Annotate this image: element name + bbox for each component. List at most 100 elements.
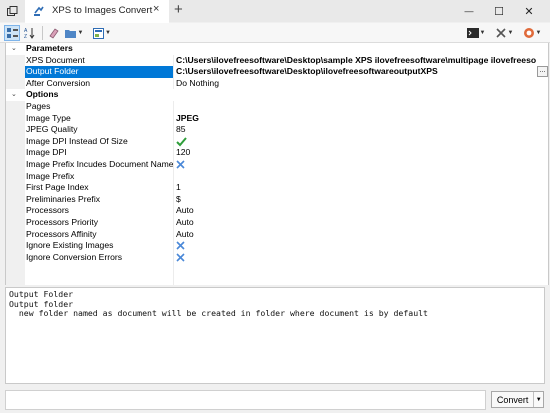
close-icon: ✕ [524,5,534,18]
document-icon [93,27,105,39]
property-row-ignore-conversion-errors[interactable]: Ignore Conversion Errors [6,251,548,264]
convert-label: Convert [496,394,529,405]
cross-icon [176,253,185,262]
new-tab-button[interactable]: + [174,1,183,19]
minimize-icon: — [464,6,474,16]
terminal-icon [466,28,479,38]
property-name: XPS Document [26,54,85,65]
category-label: Parameters [26,43,73,53]
property-name: After Conversion [26,77,91,88]
tools-button[interactable]: ▼ [492,25,516,41]
property-name: Image Prefix Incudes Document Name [26,159,173,169]
convert-button[interactable]: Convert ▼ [491,391,544,408]
eraser-icon [49,28,59,39]
property-row-after-conversion[interactable]: After Conversion Do Nothing [6,77,548,90]
property-row-pages[interactable]: Pages [6,101,548,113]
help-button[interactable]: ▼ [520,25,544,41]
property-row-jpeg-quality[interactable]: JPEG Quality 85 [6,124,548,136]
property-row-preliminaries-prefix[interactable]: Preliminaries Prefix $ [6,194,548,206]
description-title: Output Folder [9,289,74,299]
toolbar: A Z ▼ ▼ ▼ ▼ ▼ [0,23,550,43]
chevron-down-icon: ▼ [479,30,486,36]
status-field [5,390,486,410]
console-button[interactable]: ▼ [464,25,488,41]
property-value[interactable]: Auto [174,217,548,229]
property-name: Processors Affinity [26,228,97,239]
tab-close-icon[interactable]: × [153,3,159,15]
close-window-button[interactable]: ✕ [514,0,544,22]
property-name: Processors Priority [26,217,99,227]
title-bar: XPS to Images Convert × + — ☐ ✕ [0,0,550,23]
property-row-image-prefix-includes-document-name[interactable]: Image Prefix Incudes Document Name [6,159,548,171]
property-name: Output Folder [25,66,173,78]
chevron-down-icon: ▼ [105,30,111,36]
description-panel: Output Folder Output folder new folder na… [5,287,545,384]
collapse-icon[interactable]: ⌄ [11,90,17,100]
categorized-view-button[interactable] [4,25,20,41]
cross-icon [176,241,185,250]
property-row-processors-affinity[interactable]: Processors Affinity Auto [6,228,548,241]
property-value[interactable]: 85 [174,124,548,136]
property-row-xps-document[interactable]: XPS Document C:\Users\ilovefreesoftware\… [6,54,548,67]
cross-icon [176,160,185,169]
collapse-icon[interactable]: ⌄ [11,44,17,54]
property-value[interactable]: C:\Users\ilovefreesoftware\Desktop\sampl… [174,55,548,67]
windows-icon [6,5,17,16]
property-value[interactable]: C:\Users\ilovefreesoftware\Desktop\ilove… [174,66,548,78]
property-row-image-prefix[interactable]: Image Prefix [6,170,548,183]
window-menu-button[interactable] [0,0,24,22]
chevron-down-icon[interactable]: ▼ [533,392,543,407]
property-value[interactable]: Do Nothing [174,78,548,90]
clear-button[interactable] [46,25,62,41]
chevron-down-icon: ▼ [77,30,84,36]
chevron-down-icon: ▼ [507,30,514,36]
property-row-image-dpi[interactable]: Image DPI 120 [6,147,548,159]
sort-az-button[interactable]: A Z [22,25,38,41]
browse-button[interactable]: ... [537,66,548,78]
property-value[interactable]: 1 [174,182,548,194]
categorized-icon [6,27,18,38]
property-value[interactable]: Auto [174,205,548,217]
property-value[interactable] [174,252,548,264]
property-grid: ⌄ Parameters XPS Document C:\Users\ilove… [5,43,549,285]
property-name: Image DPI Instead Of Size [26,135,128,146]
property-row-processors[interactable]: Processors Auto [6,205,548,217]
property-row-image-type[interactable]: Image Type JPEG [6,112,548,125]
sort-az-icon: A Z [24,28,35,39]
property-row-image-dpi-instead-of-size[interactable]: Image DPI Instead Of Size [6,135,548,148]
property-value[interactable] [174,171,548,183]
property-value[interactable]: 120 [174,147,548,159]
property-value[interactable] [174,101,548,113]
property-value[interactable]: JPEG [174,113,548,125]
maximize-icon: ☐ [494,5,504,18]
save-preset-button[interactable]: ▼ [91,25,113,41]
property-name: Processors [26,205,69,216]
category-label: Options [26,89,59,100]
open-folder-button[interactable]: ▼ [63,25,85,41]
property-value[interactable]: Auto [174,229,548,241]
tab-xps-to-images[interactable]: XPS to Images Convert × [25,0,169,23]
property-row-processors-priority[interactable]: Processors Priority Auto [6,217,548,229]
property-name: First Page Index [26,182,89,193]
property-row-ignore-existing-images[interactable]: Ignore Existing Images [6,240,548,252]
category-options[interactable]: ⌄ Options [6,89,548,101]
property-name: Image Type [26,112,71,123]
category-parameters[interactable]: ⌄ Parameters [6,43,548,55]
convert-app-icon [34,6,44,16]
property-value[interactable] [174,159,548,171]
property-name: Image Prefix [26,170,75,181]
property-value[interactable]: $ [174,194,548,206]
property-row-output-folder[interactable]: Output Folder C:\Users\ilovefreesoftware… [6,66,548,78]
minimize-button[interactable]: — [454,0,484,22]
chevron-down-icon: ▼ [535,30,542,36]
property-row-first-page-index[interactable]: First Page Index 1 [6,182,548,194]
property-value[interactable] [174,136,548,148]
checkmark-icon [176,136,187,147]
property-name: Ignore Conversion Errors [26,251,123,262]
property-name: Pages [26,101,51,111]
tab-title: XPS to Images Convert [52,5,153,16]
property-value[interactable] [174,240,548,252]
maximize-button[interactable]: ☐ [484,0,514,22]
description-line: new folder named as document will be cre… [9,308,428,318]
toolbar-separator [42,26,43,40]
